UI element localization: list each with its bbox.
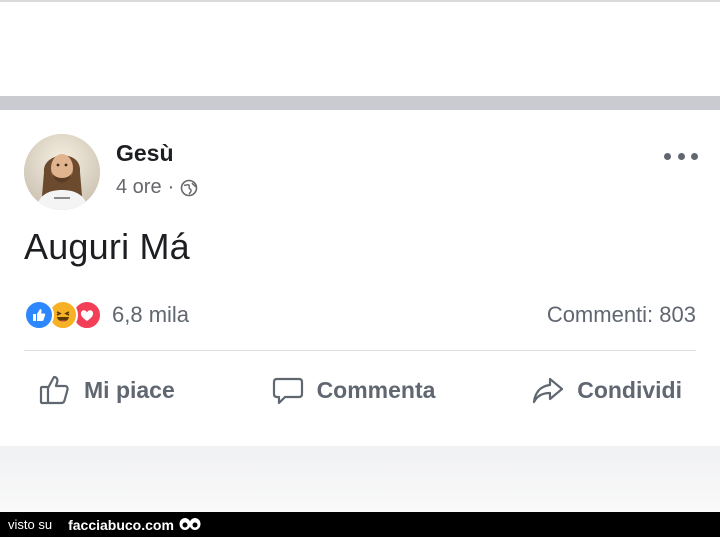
share-arrow-icon — [531, 373, 565, 407]
comment-bubble-icon — [271, 373, 305, 407]
share-button[interactable]: Condividi — [517, 364, 696, 416]
post-text: Auguri Má — [24, 226, 190, 267]
avatar-image — [24, 134, 100, 210]
globe-icon[interactable] — [180, 179, 198, 197]
share-label: Condividi — [577, 376, 682, 403]
actions-divider — [24, 350, 696, 351]
more-dot — [691, 152, 698, 160]
watermark-prefix: visto su — [8, 517, 53, 532]
more-dot — [677, 152, 685, 160]
reaction-count: 6,8 mila — [112, 302, 190, 327]
post-actions: Mi piace Commenta Condividi — [24, 364, 696, 416]
previous-post-card — [0, 0, 720, 96]
thumbs-up-icon — [38, 373, 72, 407]
post-meta: 4 ore · — [116, 176, 198, 199]
meta-separator: · — [167, 176, 175, 198]
author-avatar[interactable] — [24, 134, 100, 210]
comment-label: Commenta — [316, 376, 436, 403]
comment-button[interactable]: Commenta — [257, 364, 450, 416]
comments-count[interactable]: Commenti: 803 — [547, 302, 696, 328]
like-label: Mi piace — [84, 376, 175, 403]
eyes-icon — [178, 517, 202, 533]
reactions-summary[interactable]: 6,8 mila — [24, 300, 189, 330]
watermark-site[interactable]: facciabuco.com — [68, 517, 174, 533]
feed-separator — [0, 96, 720, 110]
author-name[interactable]: Gesù — [116, 140, 174, 167]
more-dot — [664, 152, 671, 160]
more-options-icon[interactable] — [664, 146, 698, 166]
watermark-bar: visto su facciabuco.com — [0, 512, 720, 537]
post-card: Gesù 4 ore · Auguri Má 6,8 mila Commenti… — [0, 110, 720, 446]
like-reaction-icon — [24, 300, 54, 330]
post-time[interactable]: 4 ore — [116, 176, 162, 199]
feed-background — [0, 446, 720, 512]
like-button[interactable]: Mi piace — [24, 364, 189, 416]
